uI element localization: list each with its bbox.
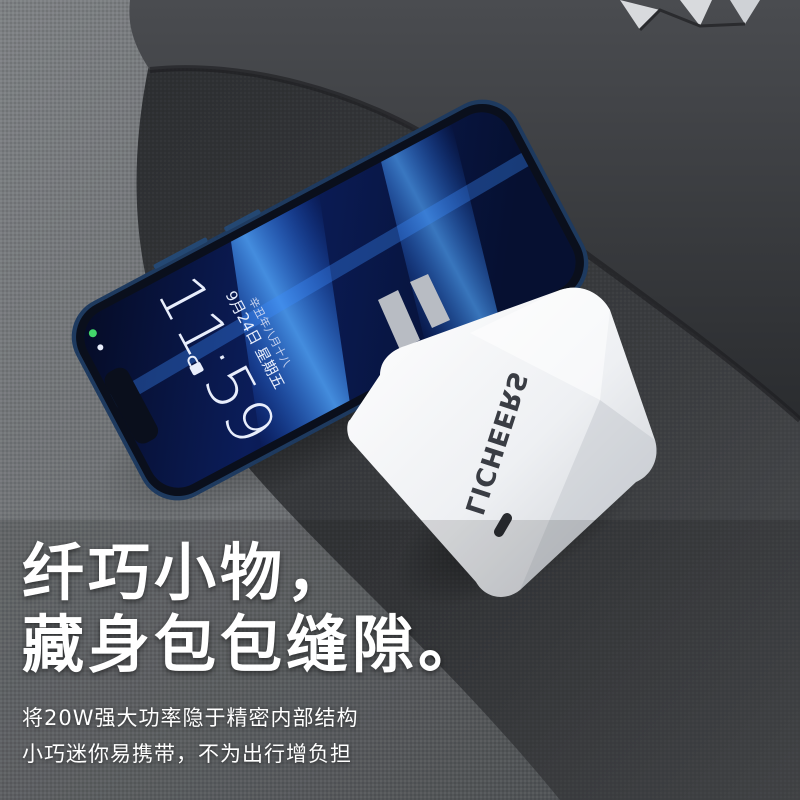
- subheadline-line-2: 小巧迷你易携带，不为出行增负担: [22, 742, 352, 766]
- headline-line-2: 藏身包包缝隙。: [22, 608, 485, 681]
- subheadline-line-1: 将20W强大功率隐于精密内部结构: [22, 706, 359, 730]
- headline-line-1: 纤巧小物，: [22, 536, 353, 609]
- product-photo: 11:59 9月24日 星期五 辛丑年八月十八 LICHEERS 纤巧小物， 藏…: [0, 0, 800, 800]
